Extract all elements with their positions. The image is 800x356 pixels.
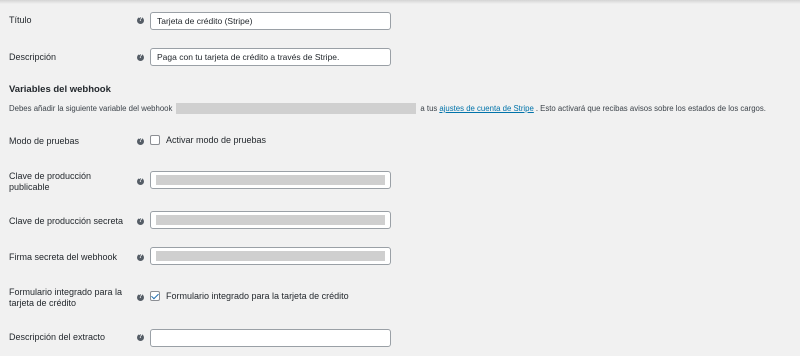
webhook-secret-input[interactable] [150, 247, 391, 265]
publishable-key-label-line2: publicable [9, 182, 50, 192]
publishable-key-label: Clave de producción publicable [9, 171, 91, 193]
statement-descriptor-input[interactable] [150, 329, 391, 347]
secret-key-label: Clave de producción secreta [9, 216, 124, 226]
inline-form-label: Formulario integrado para la tarjeta de … [9, 287, 122, 309]
webhook-description: Debes añadir la siguiente variable del w… [9, 103, 766, 114]
webhook-text-middle: a tus [420, 104, 438, 113]
publishable-key-label-line1: Clave de producción [9, 171, 92, 181]
help-icon[interactable]: ? [137, 138, 144, 145]
title-label: Título [9, 15, 32, 25]
secret-key-input[interactable] [150, 211, 391, 229]
test-mode-label: Modo de pruebas [9, 136, 80, 146]
help-icon[interactable]: ? [137, 17, 144, 24]
description-label: Descripción [9, 52, 57, 62]
inline-form-label-line2: tarjeta de crédito [9, 298, 77, 308]
inline-form-toggle[interactable]: Formulario integrado para la tarjeta de … [150, 291, 349, 301]
redacted-value [156, 215, 385, 225]
statement-descriptor-label: Descripción del extracto [9, 332, 106, 342]
help-icon[interactable]: ? [137, 218, 144, 225]
publishable-key-input[interactable] [150, 171, 391, 189]
webhook-secret-label: Firma secreta del webhook [9, 252, 118, 262]
inline-form-label-line1: Formulario integrado para la [9, 287, 123, 297]
help-icon[interactable]: ? [137, 54, 144, 61]
inline-form-checkbox-label[interactable]: Formulario integrado para la tarjeta de … [166, 291, 349, 301]
stripe-account-settings-link[interactable]: ajustes de cuenta de Stripe [439, 104, 534, 113]
redacted-value [156, 175, 385, 185]
help-icon[interactable]: ? [137, 294, 144, 301]
test-mode-checkbox[interactable] [150, 135, 160, 145]
webhook-text-before: Debes añadir la siguiente variable del w… [9, 104, 173, 113]
top-shadow [0, 0, 800, 4]
webhook-url-redacted [176, 103, 417, 114]
test-mode-checkbox-label[interactable]: Activar modo de pruebas [166, 135, 266, 145]
help-icon[interactable]: ? [137, 334, 144, 341]
test-mode-toggle[interactable]: Activar modo de pruebas [150, 135, 266, 145]
webhook-heading: Variables del webhook [9, 84, 111, 95]
title-input[interactable]: Tarjeta de crédito (Stripe) [150, 12, 391, 30]
webhook-text-after: . Esto activará que recibas avisos sobre… [535, 104, 766, 113]
help-icon[interactable]: ? [137, 254, 144, 261]
description-input[interactable]: Paga con tu tarjeta de crédito a través … [150, 48, 391, 66]
inline-form-checkbox[interactable] [150, 291, 160, 301]
redacted-value [156, 251, 385, 261]
help-icon[interactable]: ? [137, 178, 144, 185]
